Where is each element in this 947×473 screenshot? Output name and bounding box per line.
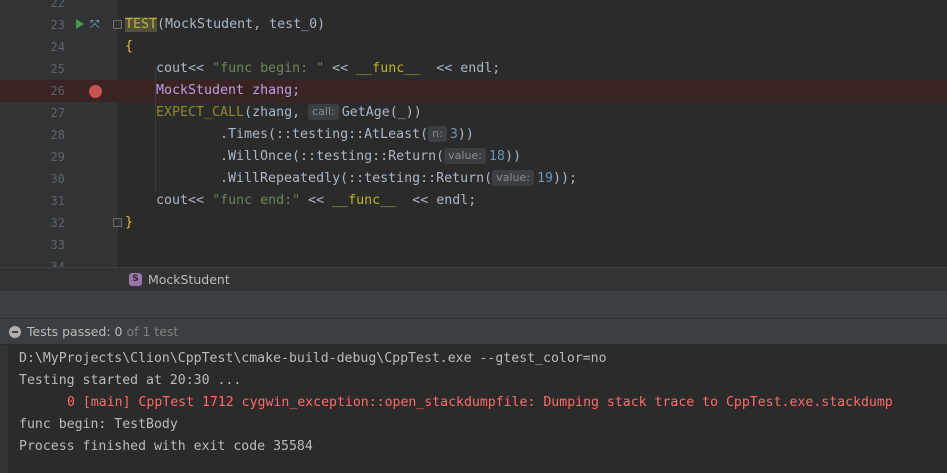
param-hint: n: [428,126,447,142]
tests-total: of 1 test [122,324,179,339]
code-line: 30 .WillRepeatedly(::testing::Return(val… [0,168,947,190]
line-number: 34 [50,260,65,267]
test-status-prefix: Tests passed: [27,324,115,339]
code-text: MockStudent zhang; [156,83,301,98]
code-ident: cout [156,193,189,208]
run-console[interactable]: D:\MyProjects\Clion\CppTest\cmake-build-… [0,345,947,473]
code-text: .WillOnce(::testing::Return( [220,149,445,164]
code-text: )) [457,127,474,142]
line-number: 23 [50,18,65,32]
line-number: 33 [50,238,65,252]
test-status-bar: Tests passed: 0 of 1 test [0,319,947,345]
line-number: 32 [50,216,65,230]
indent-guide [155,67,156,191]
code-ident: endl; [460,61,501,76]
param-hint: value: [492,170,534,186]
fold-icon[interactable] [113,20,122,29]
console-line: Testing started at 20:30 ... [19,373,242,388]
code-line: 28 .Times(::testing::AtLeast(n: 3)) [0,124,947,146]
code-number: 18 [488,149,505,164]
line-number: 25 [50,62,65,76]
code-text: .WillRepeatedly(::testing::Return( [220,171,493,186]
code-text: ) [413,105,422,120]
breadcrumb-item[interactable]: MockStudent [148,272,230,287]
code-macro: __func__ [356,61,421,76]
code-macro: __func__ [332,193,397,208]
code-line: 31 cout<< "func end:" << __func__ << end… [0,190,947,212]
test-status-icon [9,326,21,338]
test-macro: TEST [125,17,158,32]
code-line: 24 { [0,36,947,58]
code-line: 23 TEST(MockStudent, test_0) [0,14,947,36]
code-string: "func begin: " [212,61,325,76]
code-line: 33 [0,234,947,256]
line-number: 31 [50,194,65,208]
line-number: 22 [50,0,65,10]
code-number: 19 [536,171,553,186]
code-string: "func end:" [212,193,301,208]
code-text: (zhang, [244,105,309,120]
line-number: 28 [50,128,65,142]
code-text: )) [504,149,521,164]
code-text: GetAge(_) [341,105,414,120]
console-line: Process finished with exit code 35584 [19,439,313,454]
code-macro: EXPECT_CALL [156,105,245,120]
code-number: 3 [449,127,458,142]
console-line: func begin: TestBody [19,417,178,432]
panel-separator[interactable] [0,291,947,319]
struct-icon: S [129,273,142,286]
param-hint: call: [308,104,339,120]
code-line: 29 .WillOnce(::testing::Return(value: 18)… [0,146,947,168]
code-ident: endl; [436,193,477,208]
breakpoint-line: 26 MockStudent zhang; [0,80,947,102]
code-line: 22 [0,0,947,14]
param-hint: value: [444,148,486,164]
breadcrumb: S MockStudent [0,267,947,291]
breakpoint-icon[interactable] [89,85,102,98]
code-op: << [188,193,213,208]
code-text: } [125,215,134,230]
code-op: << [324,61,357,76]
code-line: 34 [0,256,947,267]
fold-icon[interactable] [113,218,122,227]
code-text: .Times(::testing::AtLeast( [220,127,429,142]
code-line: 32 } [0,212,947,234]
line-number: 24 [50,40,65,54]
code-line: 27 EXPECT_CALL(zhang, call: GetAge(_)) [0,102,947,124]
line-number: 27 [50,106,65,120]
code-op: << [300,193,333,208]
test-args: (MockStudent, test_0) [157,17,326,32]
code-op: << [396,193,437,208]
code-op: << [188,61,213,76]
code-ident: cout [156,61,189,76]
ide-window: 22 23 TEST(MockStudent, test_0) ⤧ 24 { 2… [0,0,947,473]
console-error-line: 0 [main] CppTest 1712 cygwin_exception::… [67,395,893,410]
code-text: { [125,39,134,54]
line-number: 30 [50,172,65,186]
line-number: 26 [50,84,65,98]
code-text: )); [552,171,577,186]
run-test-icon[interactable] [76,19,84,29]
code-op: << [420,61,461,76]
debug-icon[interactable]: ⤧ [90,17,100,31]
code-editor[interactable]: 22 23 TEST(MockStudent, test_0) ⤧ 24 { 2… [0,0,947,267]
console-line: D:\MyProjects\Clion\CppTest\cmake-build-… [19,351,607,366]
code-line: 25 cout<< "func begin: " << __func__ << … [0,58,947,80]
line-number: 29 [50,150,65,164]
